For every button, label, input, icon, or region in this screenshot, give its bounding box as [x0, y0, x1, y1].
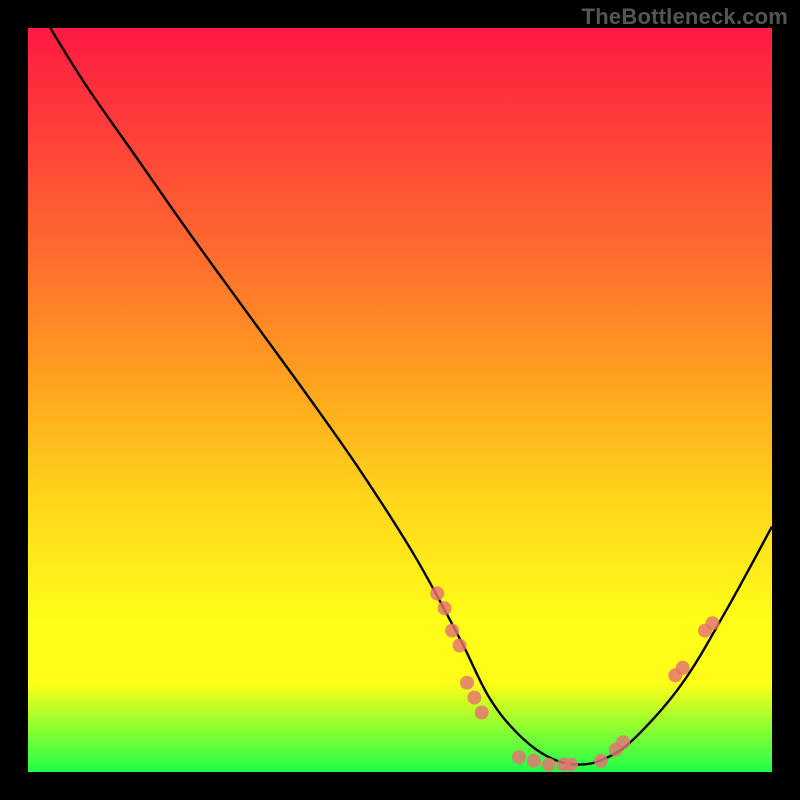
data-point [460, 676, 474, 690]
data-point [616, 735, 630, 749]
data-point [512, 750, 526, 764]
data-point [542, 758, 556, 772]
plot-svg [28, 28, 772, 772]
data-point [706, 616, 720, 630]
data-point [453, 639, 467, 653]
data-point [527, 754, 541, 768]
data-point [438, 601, 452, 615]
data-point [430, 586, 444, 600]
bottleneck-curve [50, 28, 772, 765]
data-point [475, 706, 489, 720]
data-point [445, 624, 459, 638]
data-point [676, 661, 690, 675]
plot-area [28, 28, 772, 772]
watermark-text: TheBottleneck.com [582, 4, 788, 30]
chart-frame: TheBottleneck.com [0, 0, 800, 800]
data-point [564, 758, 578, 772]
data-point [594, 754, 608, 768]
data-point [467, 691, 481, 705]
data-points [430, 586, 719, 771]
